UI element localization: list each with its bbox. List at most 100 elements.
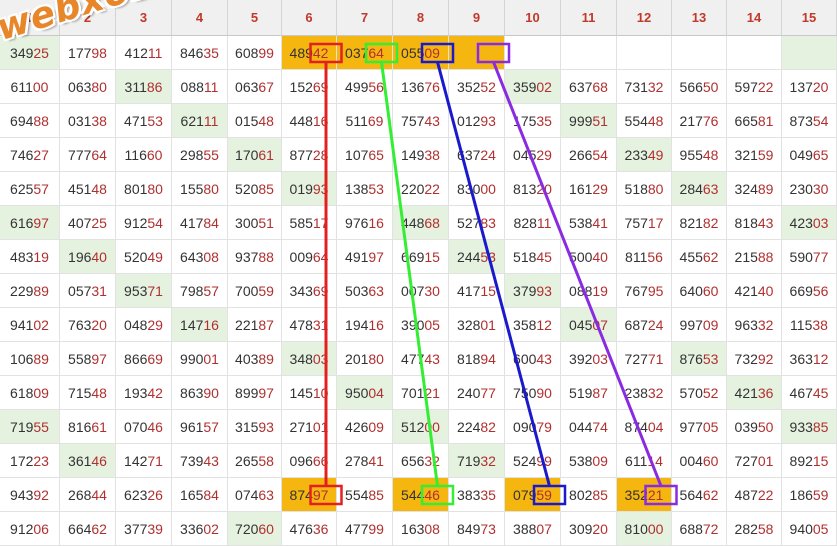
- result-cell[interactable]: 527 83: [449, 206, 505, 240]
- result-cell[interactable]: 421 40: [727, 274, 782, 308]
- result-cell[interactable]: 544 46: [393, 478, 449, 512]
- result-cell[interactable]: 045 07: [561, 308, 617, 342]
- result-cell[interactable]: 892 15: [782, 444, 837, 478]
- result-cell[interactable]: 863 90: [172, 376, 228, 410]
- result-cell[interactable]: 813 20: [505, 172, 561, 206]
- result-cell[interactable]: 500 40: [561, 240, 617, 274]
- result-cell[interactable]: 217 76: [672, 104, 727, 138]
- result-cell[interactable]: 348 03: [282, 342, 337, 376]
- result-cell[interactable]: 175 35: [505, 104, 561, 138]
- result-cell[interactable]: 511 69: [337, 104, 393, 138]
- result-cell[interactable]: 163 08: [393, 512, 449, 546]
- result-cell[interactable]: 282 58: [727, 512, 782, 546]
- result-cell[interactable]: 152 69: [282, 70, 337, 104]
- result-cell[interactable]: [561, 36, 617, 70]
- result-cell[interactable]: 912 06: [0, 512, 60, 546]
- result-cell[interactable]: 937 88: [228, 240, 282, 274]
- result-cell[interactable]: 818 43: [727, 206, 782, 240]
- result-cell[interactable]: 503 63: [337, 274, 393, 308]
- result-cell[interactable]: 300 51: [228, 206, 282, 240]
- result-cell[interactable]: 520 85: [228, 172, 282, 206]
- result-cell[interactable]: 177 98: [60, 36, 116, 70]
- result-cell[interactable]: 997 09: [672, 308, 727, 342]
- result-cell[interactable]: 359 02: [505, 70, 561, 104]
- result-cell[interactable]: 520 49: [116, 240, 172, 274]
- result-cell[interactable]: 039 50: [727, 410, 782, 444]
- result-cell[interactable]: 687 24: [617, 308, 672, 342]
- result-cell[interactable]: 224 82: [449, 410, 505, 444]
- result-cell[interactable]: 664 62: [60, 512, 116, 546]
- result-cell[interactable]: 727 71: [617, 342, 672, 376]
- result-cell[interactable]: 063 67: [228, 70, 282, 104]
- result-cell[interactable]: 172 23: [0, 444, 60, 478]
- column-header-15[interactable]: 15: [782, 0, 837, 36]
- result-cell[interactable]: 849 73: [449, 512, 505, 546]
- result-cell[interactable]: 665 81: [727, 104, 782, 138]
- result-cell[interactable]: 955 48: [672, 138, 727, 172]
- result-cell[interactable]: 230 30: [782, 172, 837, 206]
- result-cell[interactable]: 564 62: [672, 478, 727, 512]
- result-cell[interactable]: 045 29: [505, 138, 561, 172]
- result-cell[interactable]: 963 32: [727, 308, 782, 342]
- result-cell[interactable]: 558 97: [60, 342, 116, 376]
- result-cell[interactable]: 585 17: [282, 206, 337, 240]
- result-cell[interactable]: 107 65: [337, 138, 393, 172]
- result-cell[interactable]: 656 32: [393, 444, 449, 478]
- result-cell[interactable]: 088 19: [561, 274, 617, 308]
- result-cell[interactable]: 608 99: [228, 36, 282, 70]
- column-header-10[interactable]: 10: [505, 0, 561, 36]
- result-cell[interactable]: 055 09: [393, 36, 449, 70]
- result-cell[interactable]: 941 02: [0, 308, 60, 342]
- result-cell[interactable]: 990 01: [172, 342, 228, 376]
- result-cell[interactable]: 669 15: [393, 240, 449, 274]
- result-cell[interactable]: 590 77: [782, 240, 837, 274]
- result-cell[interactable]: 321 59: [727, 138, 782, 172]
- result-cell[interactable]: 352 52: [449, 70, 505, 104]
- result-cell[interactable]: 746 27: [0, 138, 60, 172]
- result-cell[interactable]: 912 54: [116, 206, 172, 240]
- result-cell[interactable]: 311 86: [116, 70, 172, 104]
- result-cell[interactable]: 278 41: [337, 444, 393, 478]
- result-cell[interactable]: 361 46: [60, 444, 116, 478]
- result-cell[interactable]: 874 97: [282, 478, 337, 512]
- result-cell[interactable]: 426 09: [337, 410, 393, 444]
- column-header-9[interactable]: 9: [449, 0, 505, 36]
- result-cell[interactable]: 193 42: [116, 376, 172, 410]
- result-cell[interactable]: 538 41: [561, 206, 617, 240]
- result-cell[interactable]: 147 16: [172, 308, 228, 342]
- column-header-12[interactable]: 12: [617, 0, 672, 36]
- result-cell[interactable]: 818 94: [449, 342, 505, 376]
- result-cell[interactable]: 694 88: [0, 104, 60, 138]
- result-cell[interactable]: 116 60: [116, 138, 172, 172]
- result-cell[interactable]: 079 59: [505, 478, 561, 512]
- result-cell[interactable]: 115 38: [782, 308, 837, 342]
- column-header-14[interactable]: 14: [727, 0, 782, 36]
- result-cell[interactable]: 739 43: [172, 444, 228, 478]
- column-header-5[interactable]: 5: [228, 0, 282, 36]
- result-cell[interactable]: 811 56: [617, 240, 672, 274]
- result-cell[interactable]: 637 68: [561, 70, 617, 104]
- result-cell[interactable]: 233 49: [617, 138, 672, 172]
- result-cell[interactable]: 750 90: [505, 376, 561, 410]
- result-cell[interactable]: 554 85: [337, 478, 393, 512]
- result-cell[interactable]: 961 57: [172, 410, 228, 444]
- result-cell[interactable]: 566 50: [672, 70, 727, 104]
- result-cell[interactable]: 240 77: [449, 376, 505, 410]
- column-header-11[interactable]: 11: [561, 0, 617, 36]
- result-cell[interactable]: 953 71: [116, 274, 172, 308]
- result-cell[interactable]: 830 00: [449, 172, 505, 206]
- result-cell[interactable]: 810 00: [617, 512, 672, 546]
- column-header-8[interactable]: 8: [393, 0, 449, 36]
- result-cell[interactable]: 063 80: [60, 70, 116, 104]
- result-cell[interactable]: 491 97: [337, 240, 393, 274]
- result-cell[interactable]: 940 05: [782, 512, 837, 546]
- result-cell[interactable]: 238 32: [617, 376, 672, 410]
- result-cell[interactable]: 417 15: [449, 274, 505, 308]
- result-cell[interactable]: 802 85: [561, 478, 617, 512]
- result-cell[interactable]: 616 97: [0, 206, 60, 240]
- result-cell[interactable]: 554 48: [617, 104, 672, 138]
- result-cell[interactable]: [672, 36, 727, 70]
- result-cell[interactable]: 142 71: [116, 444, 172, 478]
- result-cell[interactable]: 221 87: [228, 308, 282, 342]
- result-cell[interactable]: 600 43: [505, 342, 561, 376]
